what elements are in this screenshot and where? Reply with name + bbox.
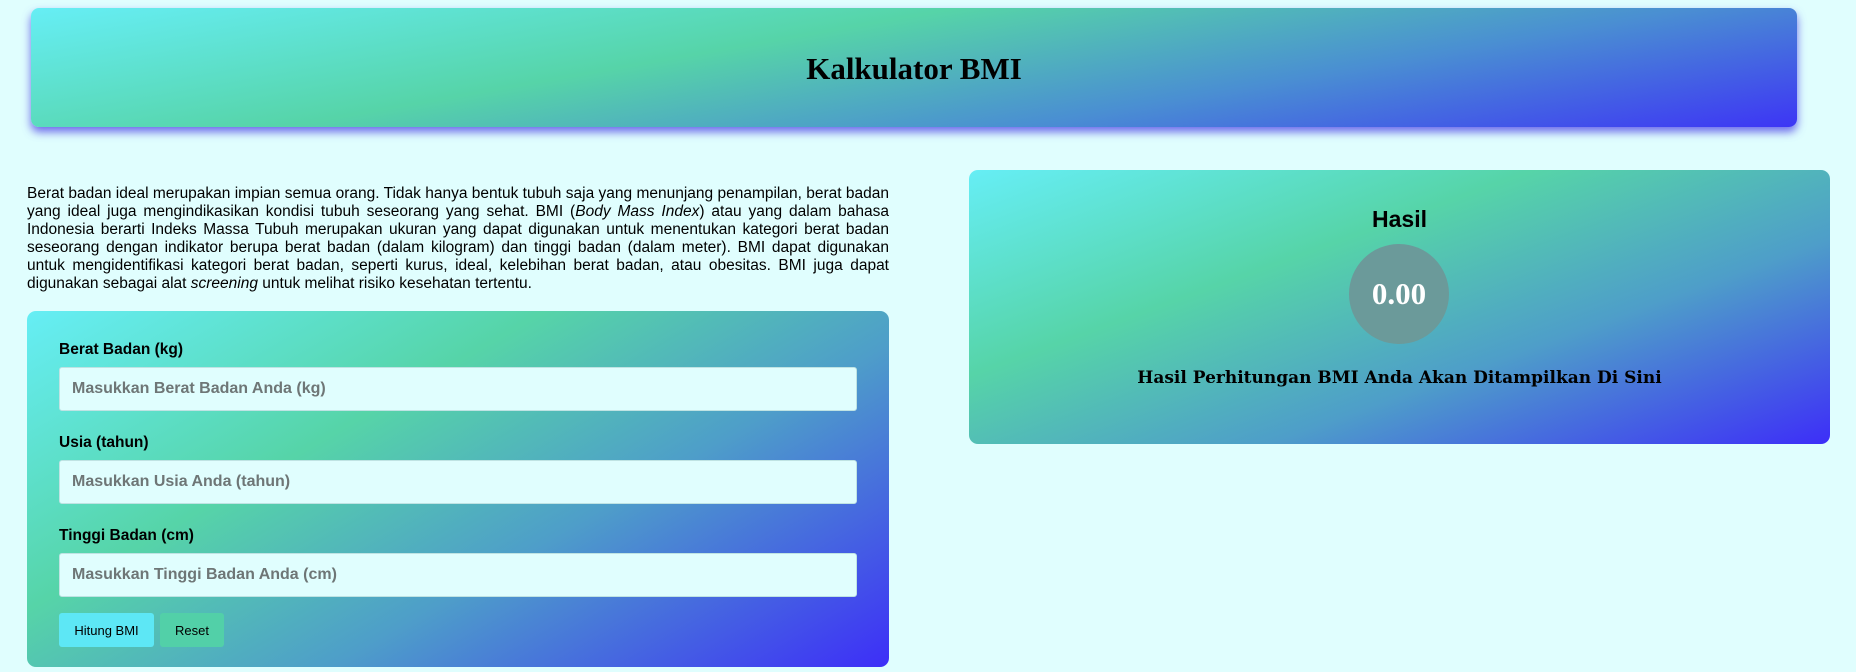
weight-input[interactable] (59, 367, 857, 411)
bmi-score-circle: 0.00 (1349, 244, 1449, 344)
intro-paragraph: Berat badan ideal merupakan impian semua… (27, 185, 889, 293)
page-header: Kalkulator BMI (31, 8, 1797, 127)
intro-emphasis-bmi: Body Mass Index (575, 203, 700, 220)
height-label: Tinggi Badan (cm) (59, 527, 194, 544)
result-title: Hasil (1372, 206, 1427, 232)
age-input[interactable] (59, 460, 857, 504)
intro-emphasis-screening: screening (190, 275, 258, 292)
result-card: Hasil 0.00 Hasil Perhitungan BMI Anda Ak… (969, 170, 1830, 444)
result-message: Hasil Perhitungan BMI Anda Akan Ditampil… (1137, 368, 1662, 388)
age-label: Usia (tahun) (59, 434, 149, 451)
calculate-bmi-button[interactable]: Hitung BMI (59, 613, 154, 647)
weight-label: Berat Badan (kg) (59, 341, 184, 358)
height-input[interactable] (59, 553, 857, 597)
reset-button[interactable]: Reset (160, 613, 224, 647)
bmi-score-value: 0.00 (1371, 276, 1427, 311)
page-title: Kalkulator BMI (806, 50, 1022, 86)
form-buttons: Hitung BMI Reset (59, 613, 857, 647)
intro-text-3: untuk melihat risiko kesehatan tertentu. (257, 275, 532, 292)
bmi-form: Berat Badan (kg) Usia (tahun) Tinggi Bad… (27, 311, 889, 667)
